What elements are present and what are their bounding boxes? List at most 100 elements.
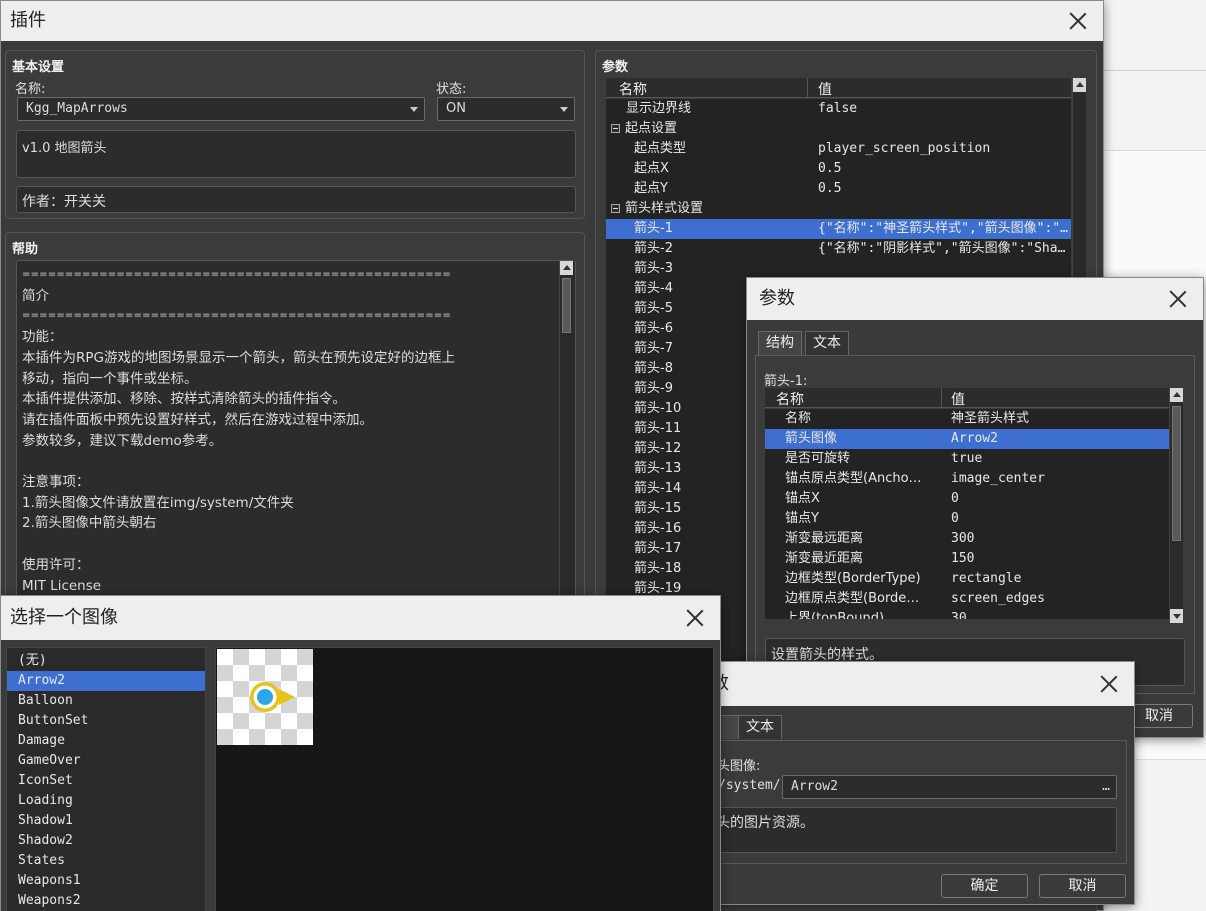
close-icon[interactable] bbox=[1167, 288, 1189, 310]
param-row[interactable]: 箭头-1 {"名称":"神圣箭头样式","箭头图像":"Arrow2"} bbox=[606, 219, 1071, 239]
struct-param-name: 上界(topBound) bbox=[785, 611, 885, 619]
scroll-thumb[interactable] bbox=[1172, 406, 1181, 541]
plugin-state-select[interactable]: ON bbox=[437, 97, 575, 121]
struct-tree[interactable]: 名称 神圣箭头样式 箭头图像 Arrow2 是否可旋转 true 锚点原点类型(Ancho…… bbox=[765, 409, 1170, 619]
ok-button[interactable]: 确定 bbox=[941, 874, 1028, 898]
struct-param-value: true bbox=[951, 451, 983, 466]
image-list-item[interactable]: States bbox=[7, 851, 205, 871]
scroll-up-icon[interactable] bbox=[560, 261, 573, 275]
column-value-header[interactable]: 值 bbox=[951, 389, 965, 409]
scroll-up-icon[interactable] bbox=[1073, 78, 1086, 92]
param-name: 箭头-15 bbox=[634, 501, 682, 516]
image-list-item[interactable]: Weapons1 bbox=[7, 871, 205, 891]
param-name: 起点Y bbox=[634, 181, 668, 196]
param-value: {"名称":"神圣箭头样式","箭头图像":"Arrow2"} bbox=[818, 221, 1068, 236]
image-list-item[interactable]: Balloon bbox=[7, 691, 205, 711]
image-list-item[interactable]: ButtonSet bbox=[7, 711, 205, 731]
param-cancel-button[interactable]: 取消 bbox=[1125, 704, 1193, 728]
image-path-prefix: /system/ bbox=[718, 778, 781, 793]
struct-row[interactable]: 上界(topBound) 30 bbox=[765, 609, 1170, 619]
struct-row[interactable]: 名称 神圣箭头样式 bbox=[765, 409, 1170, 429]
browse-icon[interactable]: … bbox=[1102, 776, 1110, 798]
close-icon[interactable] bbox=[1098, 673, 1120, 695]
tab-structure[interactable]: 结构 bbox=[758, 331, 802, 355]
help-line: 移动，指向一个事件或坐标。 bbox=[22, 370, 198, 387]
scroll-down-icon[interactable] bbox=[1170, 609, 1183, 623]
tab-text[interactable]: 文本 bbox=[738, 715, 782, 739]
collapse-icon[interactable] bbox=[611, 124, 620, 133]
struct-row[interactable]: 锚点X 0 bbox=[765, 489, 1170, 509]
help-title: 帮助 bbox=[12, 242, 39, 257]
tab-text[interactable]: 文本 bbox=[805, 331, 849, 355]
state-label: 状态: bbox=[436, 82, 467, 97]
plugin-window-title: 插件 bbox=[10, 10, 46, 31]
param-name: 箭头-14 bbox=[634, 481, 682, 496]
basic-settings-title: 基本设置 bbox=[12, 60, 65, 75]
chevron-down-icon bbox=[410, 107, 418, 112]
image-file-field[interactable]: Arrow2 … bbox=[782, 775, 1117, 799]
image-file-list[interactable]: (无) Arrow2 Balloon ButtonSet Damage GameOver I… bbox=[6, 647, 206, 911]
scroll-up-icon[interactable] bbox=[1170, 388, 1183, 402]
help-line: MIT License bbox=[22, 577, 102, 594]
plugin-name-select[interactable]: Kgg_MapArrows bbox=[17, 97, 425, 121]
struct-row[interactable]: 边框原点类型(Borde… screen_edges bbox=[765, 589, 1170, 609]
params-table-header: 名称 值 bbox=[606, 78, 1071, 98]
collapse-icon[interactable] bbox=[611, 204, 620, 213]
struct-param-value: 30 bbox=[951, 611, 967, 619]
scroll-thumb[interactable] bbox=[562, 278, 571, 333]
image-param-description[interactable]: 头的图片资源。 bbox=[701, 807, 1117, 853]
struct-row[interactable]: 渐变最远距离 300 bbox=[765, 529, 1170, 549]
param-row[interactable]: 箭头-3 bbox=[606, 259, 1071, 279]
image-list-item[interactable]: Damage bbox=[7, 731, 205, 751]
struct-row[interactable]: 渐变最近距离 150 bbox=[765, 549, 1170, 569]
param-name: 箭头-6 bbox=[634, 321, 673, 336]
image-list-item[interactable]: Loading bbox=[7, 791, 205, 811]
help-line: 请在插件面板中预先设置好样式，然后在游戏过程中添加。 bbox=[22, 411, 373, 428]
struct-row[interactable]: 是否可旋转 true bbox=[765, 449, 1170, 469]
help-line bbox=[22, 534, 570, 555]
struct-row[interactable]: 边框类型(BorderType) rectangle bbox=[765, 569, 1170, 589]
plugin-description[interactable]: v1.0 地图箭头 bbox=[16, 130, 576, 178]
image-list-item[interactable]: Arrow2 bbox=[7, 671, 205, 691]
struct-param-name: 渐变最近距离 bbox=[785, 551, 864, 566]
struct-param-value: screen_edges bbox=[951, 591, 1045, 606]
struct-param-value: rectangle bbox=[951, 571, 1022, 586]
plugin-author-text: 作者：开关关 bbox=[22, 194, 106, 210]
param-name: 箭头-4 bbox=[634, 281, 673, 296]
help-line: 使用许可： bbox=[22, 556, 90, 573]
column-value-header[interactable]: 值 bbox=[818, 79, 832, 99]
image-list-item[interactable]: IconSet bbox=[7, 771, 205, 791]
column-name-header[interactable]: 名称 bbox=[776, 389, 804, 409]
param-row[interactable]: 起点类型 player_screen_position bbox=[606, 139, 1071, 159]
help-line: 功能： bbox=[22, 329, 63, 346]
struct-row[interactable]: 箭头图像 Arrow2 bbox=[765, 429, 1170, 449]
param-row[interactable]: 箭头-2 {"名称":"阴影样式","箭头图像":"Shadow2"} bbox=[606, 239, 1071, 259]
param-row[interactable]: 起点X 0.5 bbox=[606, 159, 1071, 179]
struct-row[interactable]: 锚点原点类型(Ancho… image_center bbox=[765, 469, 1170, 489]
param-value: 0.5 bbox=[818, 161, 842, 176]
image-list-item[interactable]: GameOver bbox=[7, 751, 205, 771]
struct-scrollbar[interactable] bbox=[1169, 388, 1183, 623]
image-list-item[interactable]: Shadow1 bbox=[7, 811, 205, 831]
cancel-button[interactable]: 取消 bbox=[1039, 874, 1126, 898]
column-name-header[interactable]: 名称 bbox=[619, 79, 647, 99]
param-row[interactable]: 显示边界线 false bbox=[606, 99, 1071, 119]
help-line: 1.箭头图像文件请放置在img/system/文件夹 bbox=[22, 494, 294, 511]
close-icon[interactable] bbox=[684, 607, 706, 629]
plugin-author[interactable]: 作者：开关关 bbox=[16, 186, 576, 213]
cancel-label: 取消 bbox=[1068, 878, 1097, 894]
struct-param-name: 锚点原点类型(Ancho… bbox=[785, 471, 922, 486]
image-list-item[interactable]: (无) bbox=[7, 651, 205, 671]
param-row[interactable]: 起点Y 0.5 bbox=[606, 179, 1071, 199]
struct-row[interactable]: 锚点Y 0 bbox=[765, 509, 1170, 529]
struct-param-value: 300 bbox=[951, 531, 975, 546]
param-tab-panel: 箭头-1: 名称 值 名称 神圣箭头样式 箭头图像 Arrow2 是否可旋转 true 锚点… bbox=[755, 355, 1195, 694]
param-value: player_screen_position bbox=[818, 141, 991, 156]
image-list-item[interactable]: Weapons2 bbox=[7, 891, 205, 911]
param-row[interactable]: 起点设置 bbox=[606, 119, 1071, 139]
plugin-description-text: v1.0 地图箭头 bbox=[22, 141, 107, 156]
param-row[interactable]: 箭头样式设置 bbox=[606, 199, 1071, 219]
image-list-item[interactable]: Shadow2 bbox=[7, 831, 205, 851]
close-icon[interactable] bbox=[1067, 10, 1089, 32]
struct-param-name: 是否可旋转 bbox=[785, 451, 851, 466]
